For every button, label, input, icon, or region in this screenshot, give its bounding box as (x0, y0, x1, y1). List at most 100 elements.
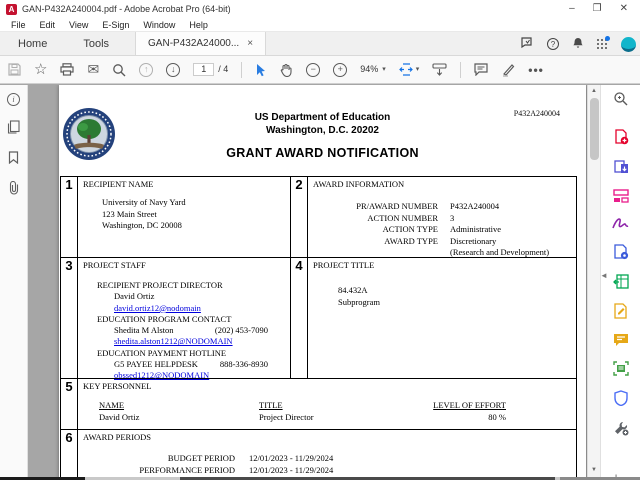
box2-number: 2 (291, 177, 308, 257)
box1-header: RECIPIENT NAME (83, 179, 290, 189)
page-display-icon[interactable] (432, 63, 447, 76)
tab-tools[interactable]: Tools (65, 32, 127, 55)
zoom-level-select[interactable]: 94% ▾ (360, 64, 386, 75)
award-info-label (313, 247, 438, 259)
staff-name: David Ortiz (114, 291, 154, 302)
fit-width-icon[interactable]: ▾ (399, 63, 420, 76)
search-icon[interactable] (112, 63, 126, 77)
box-award-periods: 6 AWARD PERIODS BUDGET PERIOD12/01/2023 … (61, 430, 576, 480)
dept-line1: US Department of Education (59, 111, 586, 124)
toolbar-divider (241, 62, 242, 78)
award-info-label: ACTION NUMBER (313, 213, 438, 225)
zoom-in-icon[interactable]: + (333, 63, 347, 77)
vertical-scrollbar[interactable]: ▲ ▼ (587, 85, 600, 480)
title-bar: A GAN-P432A240004.pdf - Adobe Acrobat Pr… (0, 0, 640, 18)
acrobat-window: { "window": { "title": "GAN-P432A240004.… (0, 0, 640, 480)
chevron-down-icon: ▾ (416, 63, 420, 76)
staff-role-label: RECIPIENT PROJECT DIRECTOR (97, 280, 290, 291)
box-award-information: 2 AWARD INFORMATION PR/AWARD NUMBERP432A… (290, 177, 576, 257)
select-tool-icon[interactable] (255, 63, 267, 77)
award-info-value: (Research and Development) (450, 247, 549, 259)
period-label: PERFORMANCE PERIOD (83, 465, 235, 477)
request-esign-icon[interactable] (612, 217, 629, 235)
prepare-form-icon[interactable] (613, 244, 629, 265)
box6-number: 6 (61, 430, 78, 480)
menu-edit[interactable]: Edit (33, 20, 63, 30)
previous-page-icon[interactable]: ↑ (139, 63, 153, 77)
collapse-right-pane-icon[interactable]: ◄ (600, 271, 608, 280)
staff-email-link[interactable]: david.ortiz12@nodomain (114, 303, 290, 314)
scrollbar-thumb[interactable] (590, 98, 599, 160)
menu-esign[interactable]: E-Sign (95, 20, 136, 30)
period-value: 12/01/2023 - 11/29/2024 (249, 453, 333, 465)
acrobat-logo-icon: A (6, 4, 17, 15)
scan-ocr-icon[interactable] (613, 361, 629, 381)
attachments-paperclip-icon[interactable] (8, 181, 20, 198)
project-title-line: 84.432A (338, 284, 576, 296)
page-thumbnails-icon[interactable] (7, 120, 20, 137)
menu-help[interactable]: Help (182, 20, 215, 30)
protect-shield-icon[interactable] (614, 390, 628, 411)
restore-button[interactable]: ❐ (593, 4, 602, 14)
tab-close-icon[interactable]: × (247, 38, 253, 49)
award-info-label: AWARD TYPE (313, 236, 438, 248)
comment-tool-icon[interactable] (613, 333, 629, 352)
recipient-line: University of Navy Yard (102, 197, 290, 209)
scroll-down-icon[interactable]: ▼ (588, 467, 600, 473)
tab-document[interactable]: GAN-P432A24000... × (135, 32, 266, 55)
right-tools-rail: |→ ◄ (600, 85, 640, 480)
info-icon[interactable]: i (7, 93, 20, 106)
box3-header: PROJECT STAFF (83, 260, 290, 270)
menu-window[interactable]: Window (136, 20, 182, 30)
staff-email-link[interactable]: shedita.alston1212@NODOMAIN (114, 336, 290, 347)
window-title: GAN-P432A240004.pdf - Adobe Acrobat Pro … (22, 4, 569, 14)
highlight-pen-icon[interactable] (501, 63, 515, 77)
period-value: 12/01/2023 - 11/29/2024 (249, 465, 333, 477)
document-canvas[interactable]: P432A240004 US Department of Education W… (28, 85, 587, 480)
scroll-up-icon[interactable]: ▲ (588, 88, 600, 94)
feedback-icon[interactable] (521, 37, 534, 52)
more-tools-ellipsis-icon[interactable]: ••• (528, 63, 544, 77)
pdf-page[interactable]: P432A240004 US Department of Education W… (59, 85, 586, 480)
create-pdf-icon[interactable] (613, 129, 629, 150)
zoom-out-icon[interactable]: − (306, 63, 320, 77)
staff-role-label: EDUCATION PROGRAM CONTACT (97, 314, 290, 325)
hand-tool-icon[interactable] (280, 63, 293, 77)
help-icon[interactable]: ? (547, 38, 559, 50)
export-pdf-icon[interactable] (613, 159, 629, 180)
next-page-icon[interactable]: ↓ (166, 63, 180, 77)
save-icon[interactable] (8, 63, 21, 76)
box-project-staff: 3 PROJECT STAFF RECIPIENT PROJECT DIRECT… (61, 258, 290, 378)
notification-bell-icon[interactable] (572, 37, 584, 52)
comment-icon[interactable] (474, 63, 488, 76)
column-header-title: TITLE (259, 400, 429, 412)
favorite-star-icon[interactable]: ☆ (34, 63, 47, 76)
more-tools-wrench-icon[interactable] (613, 420, 629, 441)
minimize-button[interactable]: – (569, 4, 575, 14)
period-label: BUDGET PERIOD (83, 453, 235, 465)
close-button[interactable]: ✕ (620, 4, 628, 14)
export-table-icon[interactable] (613, 274, 629, 294)
personnel-effort: 80 % (429, 412, 506, 424)
app-grid-icon[interactable] (597, 39, 608, 50)
zoom-level-value: 94% (360, 64, 378, 74)
staff-phone: 888-336-8930 (220, 359, 290, 370)
fill-sign-icon[interactable] (613, 303, 628, 324)
box3-number: 3 (61, 258, 78, 378)
edit-pdf-icon[interactable] (613, 189, 629, 208)
page-number-input[interactable]: 1 (193, 63, 214, 76)
email-icon[interactable]: ✉ (87, 63, 99, 76)
menu-view[interactable]: View (62, 20, 95, 30)
bookmarks-icon[interactable] (8, 151, 19, 167)
award-info-label: ACTION TYPE (313, 224, 438, 236)
search-icon[interactable] (613, 91, 628, 111)
personnel-name: David Ortiz (99, 412, 259, 424)
user-avatar[interactable] (621, 37, 636, 52)
tab-bar: Home Tools GAN-P432A24000... × ? (0, 32, 640, 56)
box4-number: 4 (291, 258, 308, 378)
print-icon[interactable] (60, 63, 74, 76)
tab-home[interactable]: Home (0, 32, 65, 55)
staff-name: G5 PAYEE HELPDESK (114, 359, 198, 370)
menu-file[interactable]: File (4, 20, 33, 30)
dept-line2: Washington, D.C. 20202 (59, 124, 586, 137)
